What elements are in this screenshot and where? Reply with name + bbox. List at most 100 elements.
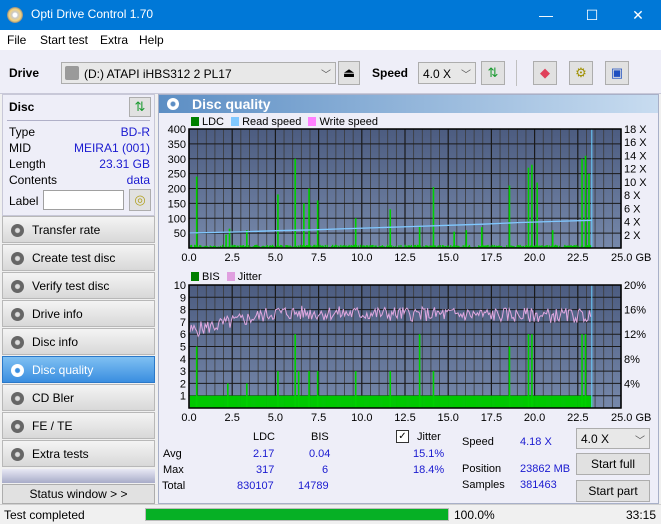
settings-button[interactable]: ⚙ <box>569 61 593 85</box>
y2-tick-label: 8% <box>624 354 640 366</box>
nav-spacer <box>2 469 155 483</box>
nav-label: Verify test disc <box>32 279 110 293</box>
total-ldc: 830107 <box>237 480 274 492</box>
y-tick-label: 7 <box>180 317 186 329</box>
status-window-button[interactable]: Status window > > <box>2 484 155 504</box>
avg-ldc: 2.17 <box>253 448 275 460</box>
nav-verify-test-disc[interactable]: Verify test disc <box>2 272 155 299</box>
spike-bar <box>195 346 198 408</box>
max-jitter: 18.4% <box>413 464 445 476</box>
nav-label: Drive info <box>32 307 83 321</box>
menu-help[interactable]: Help <box>139 33 164 47</box>
jitter-label: Jitter <box>417 431 441 443</box>
refresh-button[interactable]: ⇅ <box>481 61 505 85</box>
disc-nav-icon <box>11 336 24 349</box>
spike-bar <box>531 164 533 248</box>
y2-tick-label: 4 X <box>624 217 641 229</box>
samples-value: 381463 <box>520 479 557 491</box>
y-tick-label: 350 <box>168 139 186 151</box>
speed-stat-label: Speed <box>462 436 494 448</box>
nav-label: Disc info <box>32 335 79 349</box>
test-speed-select[interactable]: 4.0 X ﹀ <box>576 428 650 449</box>
start-part-button[interactable]: Start part <box>576 480 650 502</box>
nav-fe-te[interactable]: FE / TE <box>2 412 155 439</box>
refresh-arrows-icon: ⇅ <box>134 99 146 114</box>
speed-select[interactable]: 4.0 X ﹀ <box>418 62 476 84</box>
disc-nav-icon <box>11 392 24 405</box>
nav-disc-quality[interactable]: Disc quality <box>2 356 155 383</box>
status-text: Test completed <box>4 508 85 522</box>
eject-icon: ⏏ <box>342 65 356 80</box>
y-tick-label: 50 <box>174 228 186 240</box>
nav-extra-tests[interactable]: Extra tests <box>2 440 155 467</box>
x-tick-label: 2.5 <box>225 252 240 264</box>
spike-bar <box>481 227 483 248</box>
menu-start-test[interactable]: Start test <box>40 33 88 47</box>
col-ldc: LDC <box>253 431 276 443</box>
spike-bar <box>536 182 538 248</box>
x-tick-label: 2.5 <box>225 412 240 423</box>
drive-icon <box>65 66 79 80</box>
menu-extra[interactable]: Extra <box>100 33 128 47</box>
menu-bar: File Start test Extra Help <box>0 30 661 50</box>
drive-select[interactable]: (D:) ATAPI iHBS312 2 PL17 ﹀ <box>61 62 336 84</box>
label-disc-button[interactable]: ◎ <box>129 189 151 211</box>
minimize-button[interactable]: — <box>523 0 569 30</box>
ldc-chart: 4003503002502001501005018 X16 X14 X12 X1… <box>168 125 652 264</box>
nav-create-test-disc[interactable]: Create test disc <box>2 244 155 271</box>
x-tick-label: 20.0 <box>524 252 545 264</box>
nav-cd-bler[interactable]: CD Bler <box>2 384 155 411</box>
y2-tick-label: 16% <box>624 305 646 317</box>
spike-bar <box>316 371 319 408</box>
y2-tick-label: 20% <box>624 281 646 292</box>
eraser-icon: ◆ <box>540 65 550 80</box>
close-button[interactable]: ✕ <box>615 0 661 30</box>
label-input[interactable] <box>43 190 124 210</box>
y-tick-label: 150 <box>168 198 186 210</box>
y-tick-label: 300 <box>168 154 186 166</box>
spike-bar <box>581 334 583 408</box>
position-value: 23862 MB <box>520 463 571 475</box>
x-tick-label: 7.5 <box>311 252 326 264</box>
avg-label: Avg <box>163 448 182 460</box>
menu-file[interactable]: File <box>7 33 26 47</box>
total-label: Total <box>162 480 186 492</box>
bis-jitter-chart: 10987654321 20% 16% 12% 8% 4% 0.0 2.5 5.0 7.5 10.0… <box>174 281 652 423</box>
spike-bar <box>432 187 435 248</box>
nav-drive-info[interactable]: Drive info <box>2 300 155 327</box>
nav-transfer-rate[interactable]: Transfer rate <box>2 216 155 243</box>
maximize-button[interactable]: ☐ <box>569 0 615 30</box>
spike-bar <box>465 230 468 248</box>
speed-select-value: 4.0 X <box>423 67 452 81</box>
spike-bar <box>389 371 392 408</box>
panel-header: Disc quality <box>159 95 658 113</box>
x-tick-label: 12.5 <box>394 412 415 423</box>
start-full-button[interactable]: Start full <box>576 453 650 475</box>
x-tick-label: 10.0 <box>351 412 372 423</box>
toolbar-divider <box>516 60 517 86</box>
disc-refresh-button[interactable]: ⇅ <box>129 97 151 117</box>
spike-bar <box>432 371 435 408</box>
y2-tick-label: 6 X <box>624 203 641 215</box>
window-title: Opti Drive Control 1.70 <box>31 7 154 21</box>
y2-tick-label: 2 X <box>624 230 641 242</box>
save-button[interactable]: ▣ <box>605 61 629 85</box>
eject-button[interactable]: ⏏ <box>338 61 360 85</box>
y-tick-label: 100 <box>168 213 186 225</box>
spike-bar <box>277 194 279 248</box>
jitter-swatch <box>226 272 235 281</box>
floppy-disk-icon: ▣ <box>610 65 624 80</box>
erase-button[interactable]: ◆ <box>533 61 557 85</box>
x-tick-label: 15.0 <box>437 252 458 264</box>
nav-label: Disc quality <box>32 363 94 377</box>
spike-bar <box>508 185 511 248</box>
spike-bar <box>584 155 587 248</box>
nav-label: Create test disc <box>32 251 116 265</box>
jitter-checkbox[interactable]: ✓ <box>396 430 409 443</box>
y2-tick-label: 12% <box>624 329 646 341</box>
disc-nav-icon <box>11 280 24 293</box>
nav-disc-info[interactable]: Disc info <box>2 328 155 355</box>
disc-icon: ◎ <box>134 192 146 207</box>
x-tick-label: 5.0 <box>268 252 283 264</box>
y-tick-label: 200 <box>168 184 186 196</box>
